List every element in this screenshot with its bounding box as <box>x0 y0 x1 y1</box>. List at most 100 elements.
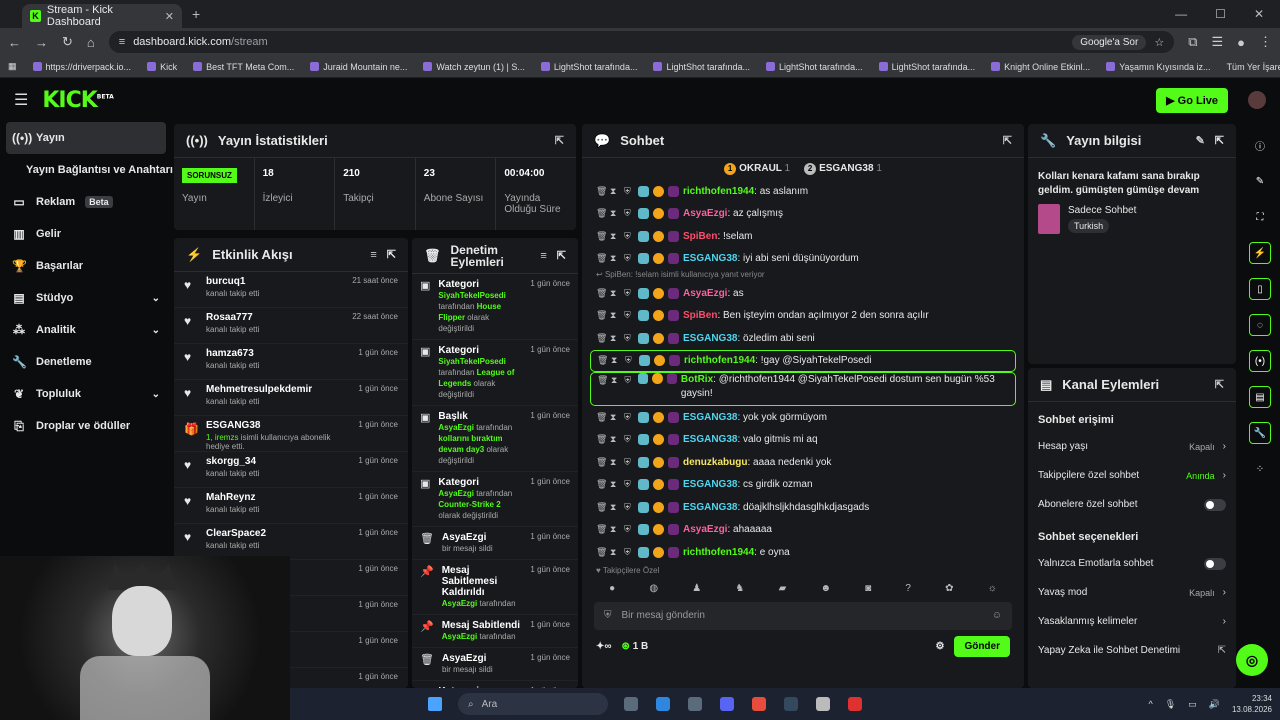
popout-icon[interactable]: ⇱ <box>387 248 396 261</box>
edge-icon[interactable] <box>656 697 670 711</box>
list-item[interactable]: ♥ MahReynz kanalı takip etti 1 gün önce <box>174 488 408 524</box>
forward-icon[interactable]: → <box>35 35 48 50</box>
browser-menu-icon[interactable]: ⋮ <box>1259 34 1272 50</box>
shield-icon[interactable]: ⛨ <box>624 310 634 321</box>
shield-icon[interactable]: ⛨ <box>624 479 634 490</box>
trash-icon[interactable]: 🗑 <box>597 373 608 387</box>
reading-list-icon[interactable]: ☰ <box>1211 34 1223 50</box>
trash-icon[interactable]: 🗑 <box>597 355 608 366</box>
trash-icon[interactable]: 🗑 <box>596 208 607 219</box>
bookmark-item[interactable]: Yaşamın Kıyısında iz... <box>1106 62 1211 72</box>
bookmark-item[interactable]: LightShot tarafında... <box>878 62 975 72</box>
list-item[interactable]: ♥ burcuq1 kanalı takip etti 21 saat önce <box>174 272 408 308</box>
trash-icon[interactable]: 🗑 <box>596 479 607 490</box>
chat-username[interactable]: ESGANG38 <box>683 412 737 423</box>
timeout-icon[interactable]: ⧗ <box>610 457 620 468</box>
sidebar-item-drops[interactable]: ⎘ Droplar ve ödüller <box>0 410 172 442</box>
chat-message[interactable]: 🗑 ⧗ ⛨ AsyaEzgi: as <box>582 282 1024 305</box>
edit-pencil-icon[interactable]: ✎ <box>1196 134 1205 147</box>
shield-icon[interactable]: ⛨ <box>624 333 634 344</box>
points-display[interactable]: ⊛ 1 B <box>622 641 649 652</box>
shield-icon[interactable]: ⛨ <box>624 412 634 423</box>
timeout-icon[interactable]: ⧗ <box>610 333 620 344</box>
list-item[interactable]: 🎁 ESGANG38 1, iremzs isimli kullanıcıya ab… <box>174 416 408 452</box>
emoji-icon[interactable]: ☺ <box>992 610 1002 621</box>
timeout-icon[interactable]: ⧗ <box>610 186 620 197</box>
reload-icon[interactable]: ↻ <box>62 34 73 50</box>
shield-icon[interactable]: ⛨ <box>624 457 634 468</box>
shield-icon[interactable]: ⛨ <box>624 288 634 299</box>
chat-username[interactable]: ESGANG38 <box>683 333 737 344</box>
edit-icon[interactable]: ✎ <box>1249 170 1271 192</box>
category-thumbnail[interactable] <box>1038 204 1060 234</box>
maximize-icon[interactable]: ☐ <box>1215 7 1226 21</box>
volume-icon[interactable]: 🔊 <box>1209 699 1220 710</box>
expand-icon[interactable]: ⛶ <box>1249 206 1271 228</box>
shield-icon[interactable]: ⛨ <box>625 355 635 366</box>
list-item[interactable]: ▣ Kategori SiyahTekelPosedi tarafından Lea… <box>412 340 578 406</box>
wrench-icon[interactable]: 🔧 <box>1249 422 1271 444</box>
chat-message[interactable]: 🗑 ⧗ ⛨ ESGANG38: özledim abi seni <box>582 327 1024 350</box>
kick-logo[interactable]: KICKBETA <box>42 88 113 113</box>
list-item[interactable]: ♥ Mehmetresulpekdemir kanalı takip etti 1 g… <box>174 380 408 416</box>
taskbar-search[interactable]: ⌕ Ara <box>458 693 608 715</box>
trash-icon[interactable]: 🗑 <box>596 412 607 423</box>
list-item[interactable]: 📌 Mesaj Sabitlemesi Kaldırıldı AsyaEzgi ta… <box>412 560 578 615</box>
store-icon[interactable] <box>688 697 702 711</box>
bookmark-item[interactable]: Juraid Mountain ne... <box>310 62 407 72</box>
sidebar-item-moderation[interactable]: 🔧 Denetleme <box>0 346 172 378</box>
trash-icon[interactable]: 🗑 <box>596 434 607 445</box>
timeout-icon[interactable]: ⧗ <box>610 253 620 264</box>
chrome-icon[interactable] <box>752 697 766 711</box>
chat-message[interactable]: 🗑 ⧗ ⛨ richthofen1944: !gay @SiyahTekelPosed… <box>590 349 1016 372</box>
chat-message[interactable]: 🗑 ⧗ ⛨ AsyaEzgi: ahaaaaa <box>582 519 1024 542</box>
app-icon[interactable] <box>816 697 830 711</box>
chat-username[interactable]: richthofen1944 <box>683 547 754 558</box>
filter-icon[interactable]: ≡ <box>540 250 546 262</box>
send-button[interactable]: Gönder <box>954 636 1010 657</box>
chat-username[interactable]: richthofen1944 <box>684 355 755 366</box>
emote-icon[interactable]: ◍ <box>649 583 658 594</box>
trash-icon[interactable]: 🗑 <box>596 310 607 321</box>
shield-icon[interactable]: ⛨ <box>624 502 634 513</box>
sidebar-item-ads[interactable]: ▭ Reklam Beta <box>0 186 172 218</box>
list-item[interactable]: ▣ Başlık AsyaEzgi tarafından kollarını bır… <box>412 406 578 472</box>
sidebar-item-achievements[interactable]: 🏆 Başarılar <box>0 250 172 282</box>
chat-input[interactable]: ⛨ Bir mesaj gönderin ☺ <box>594 601 1012 630</box>
timeout-icon[interactable]: ⧗ <box>610 310 620 321</box>
sidebar-item-stream[interactable]: ((•)) Yayın <box>6 122 166 154</box>
chat-username[interactable]: SpiBen <box>683 310 717 321</box>
trash-icon[interactable]: 🗑 <box>596 231 607 242</box>
trash-icon[interactable]: 🗑 <box>596 547 607 558</box>
shield-icon[interactable]: ⛨ <box>624 208 634 219</box>
network-icon[interactable]: ▭ <box>1188 699 1197 710</box>
sidebar-item-community[interactable]: ❦ Topluluk ⌄ <box>0 378 172 410</box>
bookmark-star-icon[interactable]: ☆ <box>1154 36 1164 49</box>
timeout-icon[interactable]: ⧗ <box>611 373 620 387</box>
option-banned-words[interactable]: Yasaklanmış kelimeler › <box>1028 607 1236 636</box>
emote-only-toggle[interactable] <box>1204 557 1226 570</box>
info-icon[interactable]: ⓘ <box>1249 134 1271 156</box>
list-item[interactable]: ♥ Rosaa777 kanalı takip etti 22 saat önce <box>174 308 408 344</box>
infinity-icon[interactable]: ✦∞ <box>596 641 612 652</box>
go-live-button[interactable]: ▶ Go Live <box>1156 87 1228 113</box>
chat-message[interactable]: 🗑 ⧗ ⛨ ESGANG38: döajklhsljkhdasglhkdjasgads <box>582 496 1024 519</box>
popout-icon[interactable]: ⇱ <box>555 134 564 147</box>
chat-message[interactable]: 🗑 ⧗ ⛨ ESGANG38: valo gitmis mi aq <box>582 429 1024 452</box>
windows-start-icon[interactable] <box>428 697 442 711</box>
chat-username[interactable]: AsyaEzgi <box>683 208 727 219</box>
option-followers-only[interactable]: Takipçilere özel sohbet Anında › <box>1028 461 1236 490</box>
trash-icon[interactable]: 🗑 <box>596 457 607 468</box>
discord-icon[interactable] <box>720 697 734 711</box>
bookmark-item[interactable]: Watch zeytun (1) | S... <box>423 62 525 72</box>
chevron-up-icon[interactable]: ^ <box>1149 699 1153 709</box>
broadcast-icon[interactable]: (•) <box>1249 350 1271 372</box>
emote-icon[interactable]: ▰ <box>779 583 787 594</box>
list-item[interactable]: 📌 Mesaj Sabitlendi AsyaEzgi tarafından 1 gü… <box>412 615 578 648</box>
shield-icon[interactable]: ⛨ <box>624 186 634 197</box>
chat-message[interactable]: 🗑 ⧗ ⛨ BotRix: @richthofen1944 @SiyahTekelPo… <box>590 372 1016 406</box>
chat-username[interactable]: ESGANG38 <box>683 434 737 445</box>
apps-grid-icon[interactable]: ▦ <box>8 61 17 72</box>
emote-icon[interactable]: ● <box>609 583 615 594</box>
bookmark-item[interactable]: LightShot tarafında... <box>540 62 637 72</box>
